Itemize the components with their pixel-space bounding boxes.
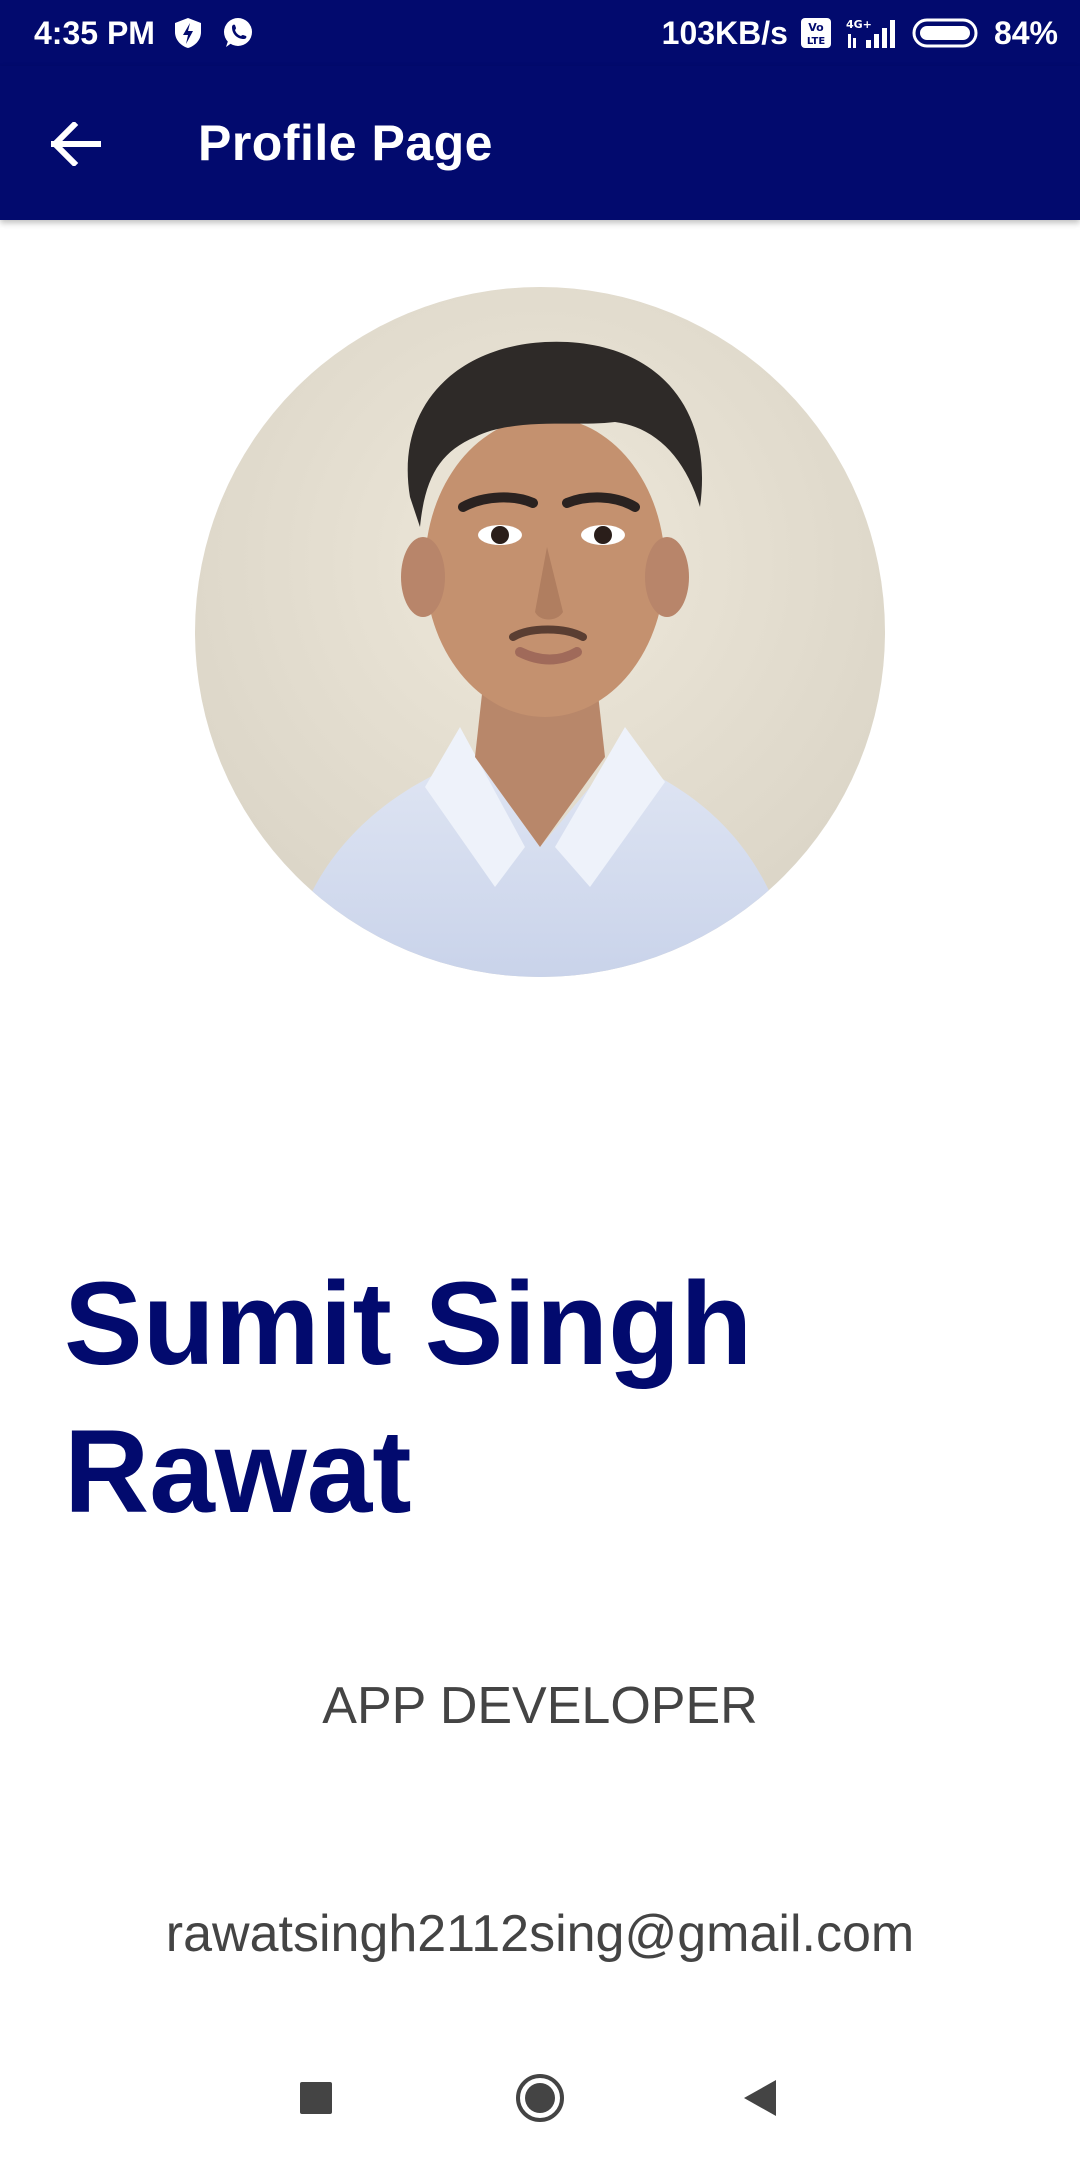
recents-button[interactable] [276,2060,356,2140]
svg-text:Vo: Vo [808,21,824,34]
battery-percent: 84% [993,14,1058,51]
battery-icon [912,17,982,49]
whatsapp-icon [221,16,255,50]
signal-icon: 4G+ [844,16,900,50]
arrow-left-icon [50,120,102,171]
svg-text:4G+: 4G+ [846,18,872,31]
network-speed: 103KB/s [661,14,788,51]
status-time: 4:35 PM [34,14,155,51]
recents-square-icon [299,2081,333,2120]
profile-name: Sumit Singh Rawat [64,1258,753,1538]
home-circle-icon [515,2073,565,2128]
home-button[interactable] [500,2060,580,2140]
back-button[interactable] [36,106,116,186]
avatar [195,287,885,977]
back-nav-button[interactable] [720,2060,800,2140]
svg-text:LTE: LTE [807,36,826,47]
shield-bolt-icon [173,17,203,49]
profile-role: APP DEVELOPER [322,1677,758,1735]
status-right: 103KB/s Vo LTE 4G+ 84% [662,0,1058,66]
profile-photo [195,287,885,977]
profile-email[interactable]: rawatsingh2112sing@gmail.com [0,1904,1080,1964]
page-title: Profile Page [198,115,493,171]
system-nav-bar [0,2040,1080,2160]
volte-icon: Vo LTE [800,17,832,49]
back-triangle-icon [742,2078,778,2123]
status-bar: 4:35 PM 103KB/s Vo LTE 4G+ 84% [0,0,1080,66]
status-left: 4:35 PM [34,0,255,66]
app-bar: Profile Page [0,66,1080,220]
